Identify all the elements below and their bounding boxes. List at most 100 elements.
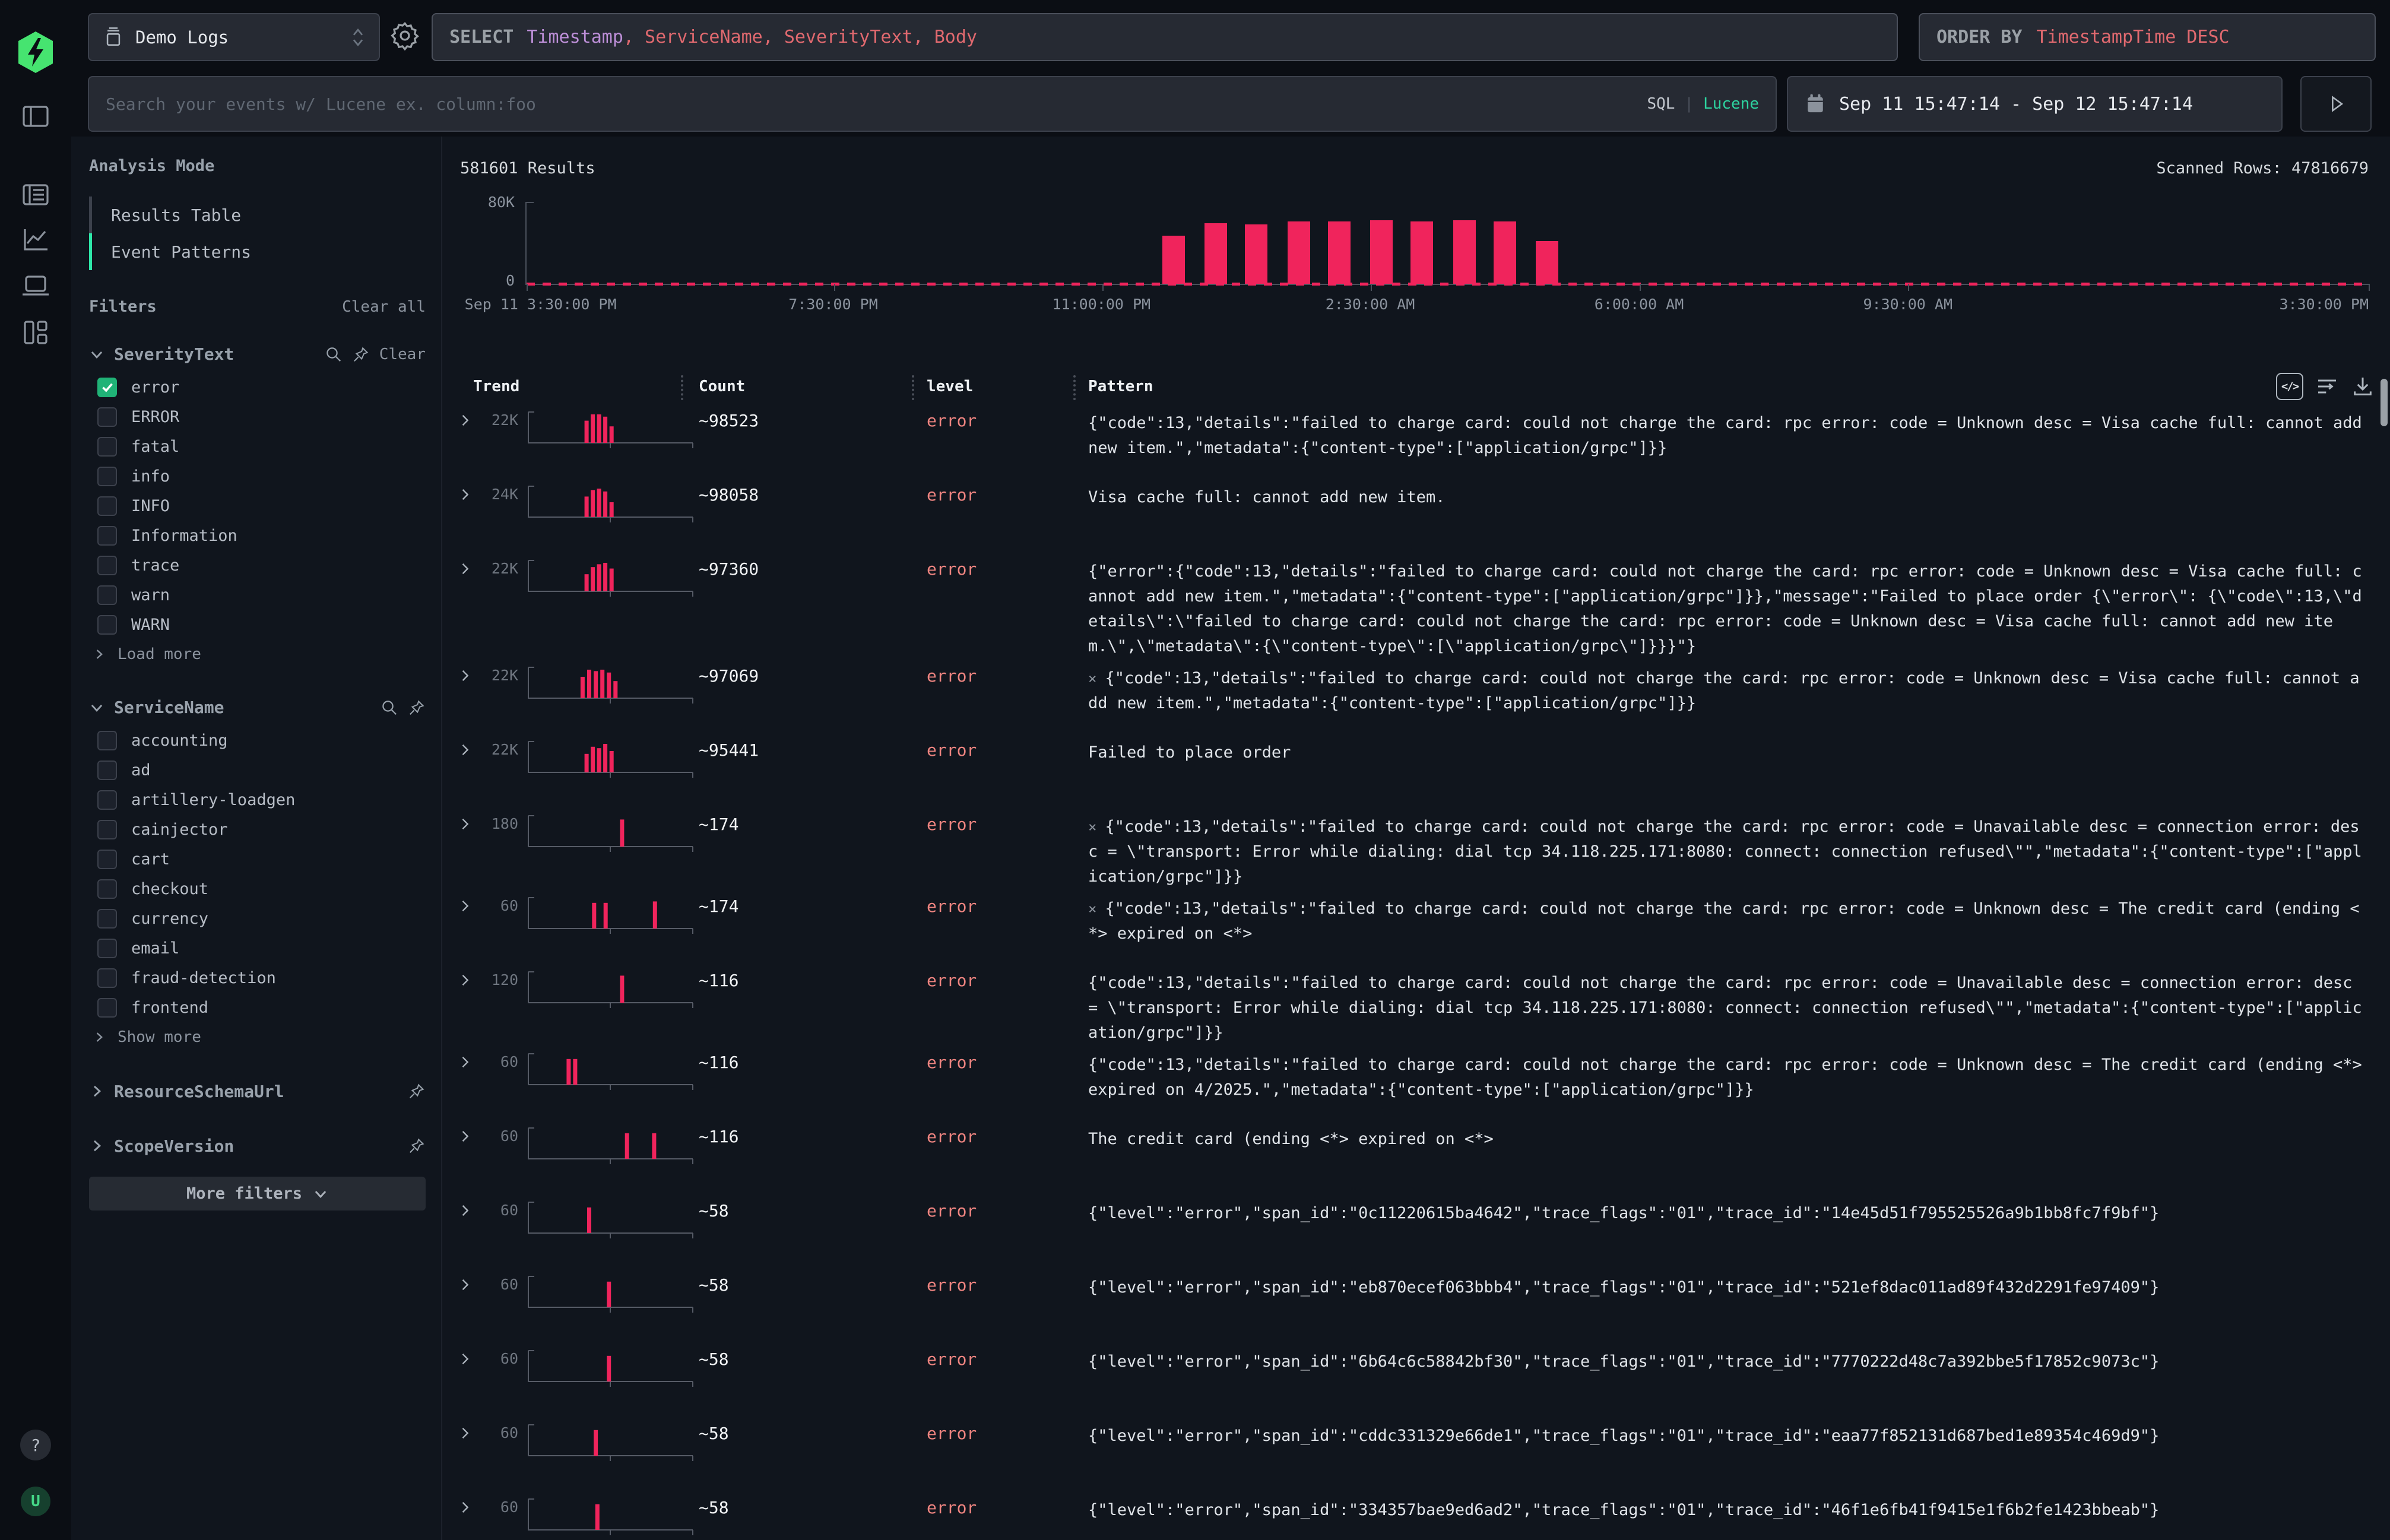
run-query-button[interactable] [2300, 76, 2372, 132]
checkbox[interactable] [97, 731, 117, 750]
pin-icon[interactable] [408, 1137, 426, 1155]
service-option-currency[interactable]: currency [89, 904, 426, 933]
checkbox[interactable] [97, 407, 117, 427]
pin-icon[interactable] [352, 346, 370, 363]
expand-chevron-icon[interactable] [453, 1045, 481, 1073]
column-header-level[interactable]: level [927, 378, 973, 395]
pattern-row[interactable]: 60~58error{"level":"error","span_id":"33… [442, 1491, 2390, 1540]
service-group-header[interactable]: ServiceName [89, 698, 426, 717]
download-icon[interactable] [2351, 375, 2375, 398]
expand-chevron-icon[interactable] [453, 1120, 481, 1147]
more-filters-button[interactable]: More filters [89, 1177, 426, 1211]
expand-chevron-icon[interactable] [453, 659, 481, 686]
search-input[interactable] [106, 94, 1633, 114]
wrap-lines-icon[interactable] [2315, 375, 2339, 398]
mode-results-table[interactable]: Results Table [89, 197, 426, 233]
mode-event-patterns[interactable]: Event Patterns [89, 233, 426, 270]
service-option-accounting[interactable]: accounting [89, 725, 426, 755]
pin-icon[interactable] [408, 699, 426, 717]
checkbox[interactable] [97, 790, 117, 810]
expand-chevron-icon[interactable] [453, 404, 481, 431]
histogram-plot[interactable] [525, 202, 2369, 285]
histogram-bar-1:45 AM[interactable] [1328, 221, 1351, 284]
pattern-row[interactable]: 24K~98058errorVisa cache full: cannot ad… [442, 478, 2390, 552]
clear-all-button[interactable]: Clear all [342, 298, 426, 316]
column-header-pattern[interactable]: Pattern [1088, 378, 1153, 395]
column-header-trend[interactable]: Trend [473, 378, 519, 395]
pattern-row[interactable]: 22K~95441errorFailed to place order [442, 733, 2390, 807]
expand-chevron-icon[interactable] [453, 807, 481, 835]
resource-schema-url-group[interactable]: ResourceSchemaUrl [89, 1076, 426, 1107]
service-option-email[interactable]: email [89, 933, 426, 963]
pattern-row[interactable]: 180~174error×{"code":13,"details":"faile… [442, 807, 2390, 889]
pattern-row[interactable]: 60~174error×{"code":13,"details":"failed… [442, 889, 2390, 964]
expand-chevron-icon[interactable] [453, 478, 481, 505]
chart-explorer-icon[interactable] [21, 227, 50, 253]
help-button[interactable]: ? [20, 1430, 51, 1460]
dashboards-icon[interactable] [21, 319, 50, 346]
histogram-bar-3:45 AM[interactable] [1494, 221, 1516, 284]
checkbox[interactable] [97, 437, 117, 457]
expand-chevron-icon[interactable] [453, 1342, 481, 1370]
checkbox[interactable] [97, 761, 117, 780]
checkbox[interactable] [97, 998, 117, 1018]
lucene-mode-button[interactable]: Lucene [1703, 95, 1759, 113]
sessions-laptop-icon[interactable] [21, 273, 50, 299]
view-source-button[interactable]: </> [2276, 373, 2303, 400]
checkbox[interactable] [97, 820, 117, 839]
checkbox[interactable] [97, 850, 117, 869]
pattern-row[interactable]: 60~58error{"level":"error","span_id":"eb… [442, 1268, 2390, 1342]
checkbox[interactable] [97, 378, 117, 397]
checkbox[interactable] [97, 585, 117, 605]
histogram-bar-1:15 AM[interactable] [1288, 221, 1310, 284]
checkbox[interactable] [97, 496, 117, 516]
severity-option-INFO[interactable]: INFO [89, 491, 426, 521]
pattern-row[interactable]: 60~116error{"code":13,"details":"failed … [442, 1045, 2390, 1120]
severity-option-info[interactable]: info [89, 461, 426, 491]
pin-icon[interactable] [408, 1082, 426, 1100]
histogram-bar-2:15 AM[interactable] [1370, 220, 1393, 284]
expand-chevron-icon[interactable] [453, 733, 481, 761]
pattern-row[interactable]: 60~58error{"level":"error","span_id":"cd… [442, 1417, 2390, 1491]
checkbox[interactable] [97, 526, 117, 546]
pattern-row[interactable]: 60~58error{"level":"error","span_id":"0c… [442, 1194, 2390, 1268]
pattern-row[interactable]: 120~116error{"code":13,"details":"failed… [442, 964, 2390, 1045]
histogram-bar-11:45 PM[interactable] [1162, 236, 1185, 284]
histogram-bar-3:15 AM[interactable] [1453, 220, 1476, 284]
service-option-ad[interactable]: ad [89, 755, 426, 785]
pattern-row[interactable]: 22K~97069error×{"code":13,"details":"fai… [442, 659, 2390, 733]
expand-chevron-icon[interactable] [453, 1417, 481, 1444]
severity-option-error[interactable]: error [89, 372, 426, 402]
expand-chevron-icon[interactable] [453, 889, 481, 917]
service-option-checkout[interactable]: checkout [89, 874, 426, 904]
checkbox[interactable] [97, 467, 117, 486]
source-select[interactable]: Demo Logs [88, 13, 380, 61]
expand-chevron-icon[interactable] [453, 964, 481, 991]
column-header-count[interactable]: Count [699, 378, 745, 395]
checkbox[interactable] [97, 939, 117, 958]
expand-chevron-icon[interactable] [453, 1268, 481, 1295]
scope-version-group[interactable]: ScopeVersion [89, 1130, 426, 1161]
service-option-cainjector[interactable]: cainjector [89, 815, 426, 844]
search-icon[interactable] [325, 346, 343, 363]
severity-option-trace[interactable]: trace [89, 550, 426, 580]
order-by-input[interactable]: ORDER BY TimestampTime DESC [1919, 13, 2376, 61]
severity-option-warn[interactable]: warn [89, 580, 426, 610]
pattern-row[interactable]: 22K~98523error{"code":13,"details":"fail… [442, 404, 2390, 478]
time-range-picker[interactable]: Sep 11 15:47:14 - Sep 12 15:47:14 [1787, 76, 2283, 132]
service-option-fraud-detection[interactable]: fraud-detection [89, 963, 426, 993]
checkbox[interactable] [97, 909, 117, 929]
settings-gear-icon[interactable] [389, 20, 420, 53]
pattern-row[interactable]: 60~58error{"level":"error","span_id":"6b… [442, 1342, 2390, 1417]
user-avatar[interactable]: U [21, 1487, 50, 1516]
histogram-bar-12:15 AM[interactable] [1204, 223, 1227, 284]
service-option-artillery-loadgen[interactable]: artillery-loadgen [89, 785, 426, 815]
expand-chevron-icon[interactable] [453, 1194, 481, 1221]
checkbox[interactable] [97, 879, 117, 899]
severity-option-fatal[interactable]: fatal [89, 432, 426, 461]
pattern-row[interactable]: 22K~97360error{"error":{"code":13,"detai… [442, 552, 2390, 659]
service-option-cart[interactable]: cart [89, 844, 426, 874]
severity-group-header[interactable]: SeverityText Clear [89, 344, 426, 364]
histogram-bar-12:45 AM[interactable] [1245, 224, 1267, 284]
severity-clear-button[interactable]: Clear [379, 346, 426, 363]
